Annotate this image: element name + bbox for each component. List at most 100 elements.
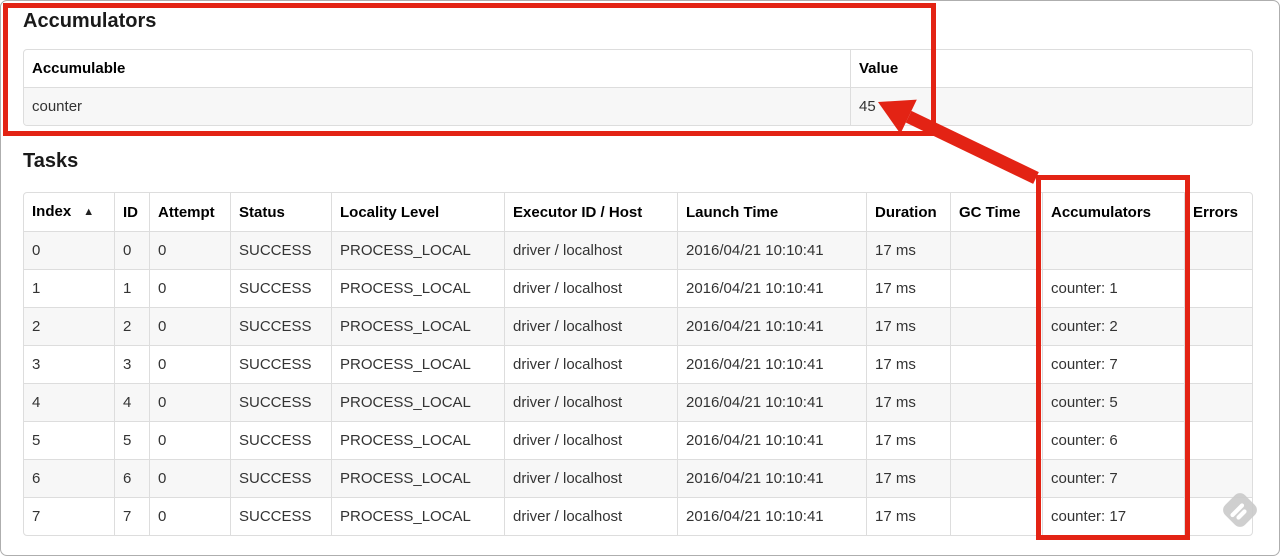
task-gc-time-cell	[950, 231, 1042, 269]
column-header-id[interactable]: ID	[114, 193, 149, 231]
task-attempt-cell: 0	[149, 459, 230, 497]
spark-ui-stage-page: Accumulators Accumulable Value counter 4…	[0, 0, 1280, 556]
column-header-status[interactable]: Status	[230, 193, 331, 231]
task-launch-time-cell: 2016/04/21 10:10:41	[677, 345, 866, 383]
task-status-cell: SUCCESS	[230, 459, 331, 497]
task-row: 4 4 0 SUCCESS PROCESS_LOCAL driver / loc…	[24, 383, 1252, 421]
task-status-cell: SUCCESS	[230, 421, 331, 459]
task-status-cell: SUCCESS	[230, 307, 331, 345]
task-row: 3 3 0 SUCCESS PROCESS_LOCAL driver / loc…	[24, 345, 1252, 383]
task-attempt-cell: 0	[149, 383, 230, 421]
task-id-cell: 5	[114, 421, 149, 459]
task-errors-cell	[1184, 269, 1252, 307]
task-locality-cell: PROCESS_LOCAL	[331, 421, 504, 459]
task-launch-time-cell: 2016/04/21 10:10:41	[677, 497, 866, 535]
task-gc-time-cell	[950, 269, 1042, 307]
sort-ascending-icon: ▲	[83, 206, 95, 218]
task-row: 6 6 0 SUCCESS PROCESS_LOCAL driver / loc…	[24, 459, 1252, 497]
task-id-cell: 1	[114, 269, 149, 307]
accumulable-name-cell: counter	[24, 87, 850, 125]
accumulators-table-header-row: Accumulable Value	[24, 50, 1252, 87]
task-locality-cell: PROCESS_LOCAL	[331, 459, 504, 497]
column-header-index[interactable]: Index ▲	[24, 193, 114, 231]
task-id-cell: 6	[114, 459, 149, 497]
task-executor-cell: driver / localhost	[504, 231, 677, 269]
column-header-attempt[interactable]: Attempt	[149, 193, 230, 231]
task-row: 2 2 0 SUCCESS PROCESS_LOCAL driver / loc…	[24, 307, 1252, 345]
column-header-locality-level[interactable]: Locality Level	[331, 193, 504, 231]
task-index-cell: 7	[24, 497, 114, 535]
task-attempt-cell: 0	[149, 421, 230, 459]
task-accumulators-cell: counter: 7	[1042, 345, 1184, 383]
task-accumulators-cell: counter: 7	[1042, 459, 1184, 497]
task-launch-time-cell: 2016/04/21 10:10:41	[677, 307, 866, 345]
task-locality-cell: PROCESS_LOCAL	[331, 497, 504, 535]
column-header-duration[interactable]: Duration	[866, 193, 950, 231]
task-duration-cell: 17 ms	[866, 345, 950, 383]
tasks-table-container: Index ▲ ID Attempt Status Locality Level …	[23, 192, 1253, 536]
accumulators-table: Accumulable Value counter 45	[24, 50, 1252, 125]
task-gc-time-cell	[950, 307, 1042, 345]
column-header-executor-id-host[interactable]: Executor ID / Host	[504, 193, 677, 231]
task-index-cell: 4	[24, 383, 114, 421]
accumulators-section-title: Accumulators	[23, 10, 157, 32]
task-duration-cell: 17 ms	[866, 459, 950, 497]
task-index-cell: 1	[24, 269, 114, 307]
task-status-cell: SUCCESS	[230, 383, 331, 421]
task-row: 5 5 0 SUCCESS PROCESS_LOCAL driver / loc…	[24, 421, 1252, 459]
task-accumulators-cell: counter: 17	[1042, 497, 1184, 535]
task-id-cell: 7	[114, 497, 149, 535]
task-row: 0 0 0 SUCCESS PROCESS_LOCAL driver / loc…	[24, 231, 1252, 269]
task-launch-time-cell: 2016/04/21 10:10:41	[677, 269, 866, 307]
task-index-cell: 0	[24, 231, 114, 269]
column-header-launch-time[interactable]: Launch Time	[677, 193, 866, 231]
task-id-cell: 0	[114, 231, 149, 269]
task-status-cell: SUCCESS	[230, 497, 331, 535]
tasks-table: Index ▲ ID Attempt Status Locality Level …	[24, 193, 1252, 535]
task-executor-cell: driver / localhost	[504, 459, 677, 497]
task-locality-cell: PROCESS_LOCAL	[331, 231, 504, 269]
column-header-accumulable[interactable]: Accumulable	[24, 50, 850, 87]
task-status-cell: SUCCESS	[230, 231, 331, 269]
tasks-section-title: Tasks	[23, 150, 79, 172]
task-duration-cell: 17 ms	[866, 231, 950, 269]
task-status-cell: SUCCESS	[230, 269, 331, 307]
task-index-cell: 5	[24, 421, 114, 459]
task-index-cell: 3	[24, 345, 114, 383]
task-row: 7 7 0 SUCCESS PROCESS_LOCAL driver / loc…	[24, 497, 1252, 535]
task-gc-time-cell	[950, 345, 1042, 383]
task-duration-cell: 17 ms	[866, 269, 950, 307]
tasks-table-header-row: Index ▲ ID Attempt Status Locality Level …	[24, 193, 1252, 231]
column-header-gc-time[interactable]: GC Time	[950, 193, 1042, 231]
task-errors-cell	[1184, 307, 1252, 345]
column-header-accumulators[interactable]: Accumulators	[1042, 193, 1184, 231]
task-accumulators-cell	[1042, 231, 1184, 269]
task-duration-cell: 17 ms	[866, 307, 950, 345]
accumulator-row: counter 45	[24, 87, 1252, 125]
task-id-cell: 4	[114, 383, 149, 421]
task-launch-time-cell: 2016/04/21 10:10:41	[677, 421, 866, 459]
task-accumulators-cell: counter: 2	[1042, 307, 1184, 345]
task-locality-cell: PROCESS_LOCAL	[331, 345, 504, 383]
task-errors-cell	[1184, 231, 1252, 269]
task-locality-cell: PROCESS_LOCAL	[331, 383, 504, 421]
task-launch-time-cell: 2016/04/21 10:10:41	[677, 231, 866, 269]
accumulators-table-container: Accumulable Value counter 45	[23, 49, 1253, 126]
task-errors-cell	[1184, 383, 1252, 421]
task-id-cell: 3	[114, 345, 149, 383]
task-attempt-cell: 0	[149, 231, 230, 269]
column-header-value[interactable]: Value	[850, 50, 1252, 87]
task-executor-cell: driver / localhost	[504, 497, 677, 535]
accumulable-value-cell: 45	[850, 87, 1252, 125]
task-gc-time-cell	[950, 459, 1042, 497]
column-header-errors[interactable]: Errors	[1184, 193, 1252, 231]
task-accumulators-cell: counter: 5	[1042, 383, 1184, 421]
task-index-cell: 2	[24, 307, 114, 345]
task-id-cell: 2	[114, 307, 149, 345]
task-accumulators-cell: counter: 6	[1042, 421, 1184, 459]
task-gc-time-cell	[950, 497, 1042, 535]
task-launch-time-cell: 2016/04/21 10:10:41	[677, 459, 866, 497]
task-row: 1 1 0 SUCCESS PROCESS_LOCAL driver / loc…	[24, 269, 1252, 307]
task-gc-time-cell	[950, 421, 1042, 459]
task-launch-time-cell: 2016/04/21 10:10:41	[677, 383, 866, 421]
